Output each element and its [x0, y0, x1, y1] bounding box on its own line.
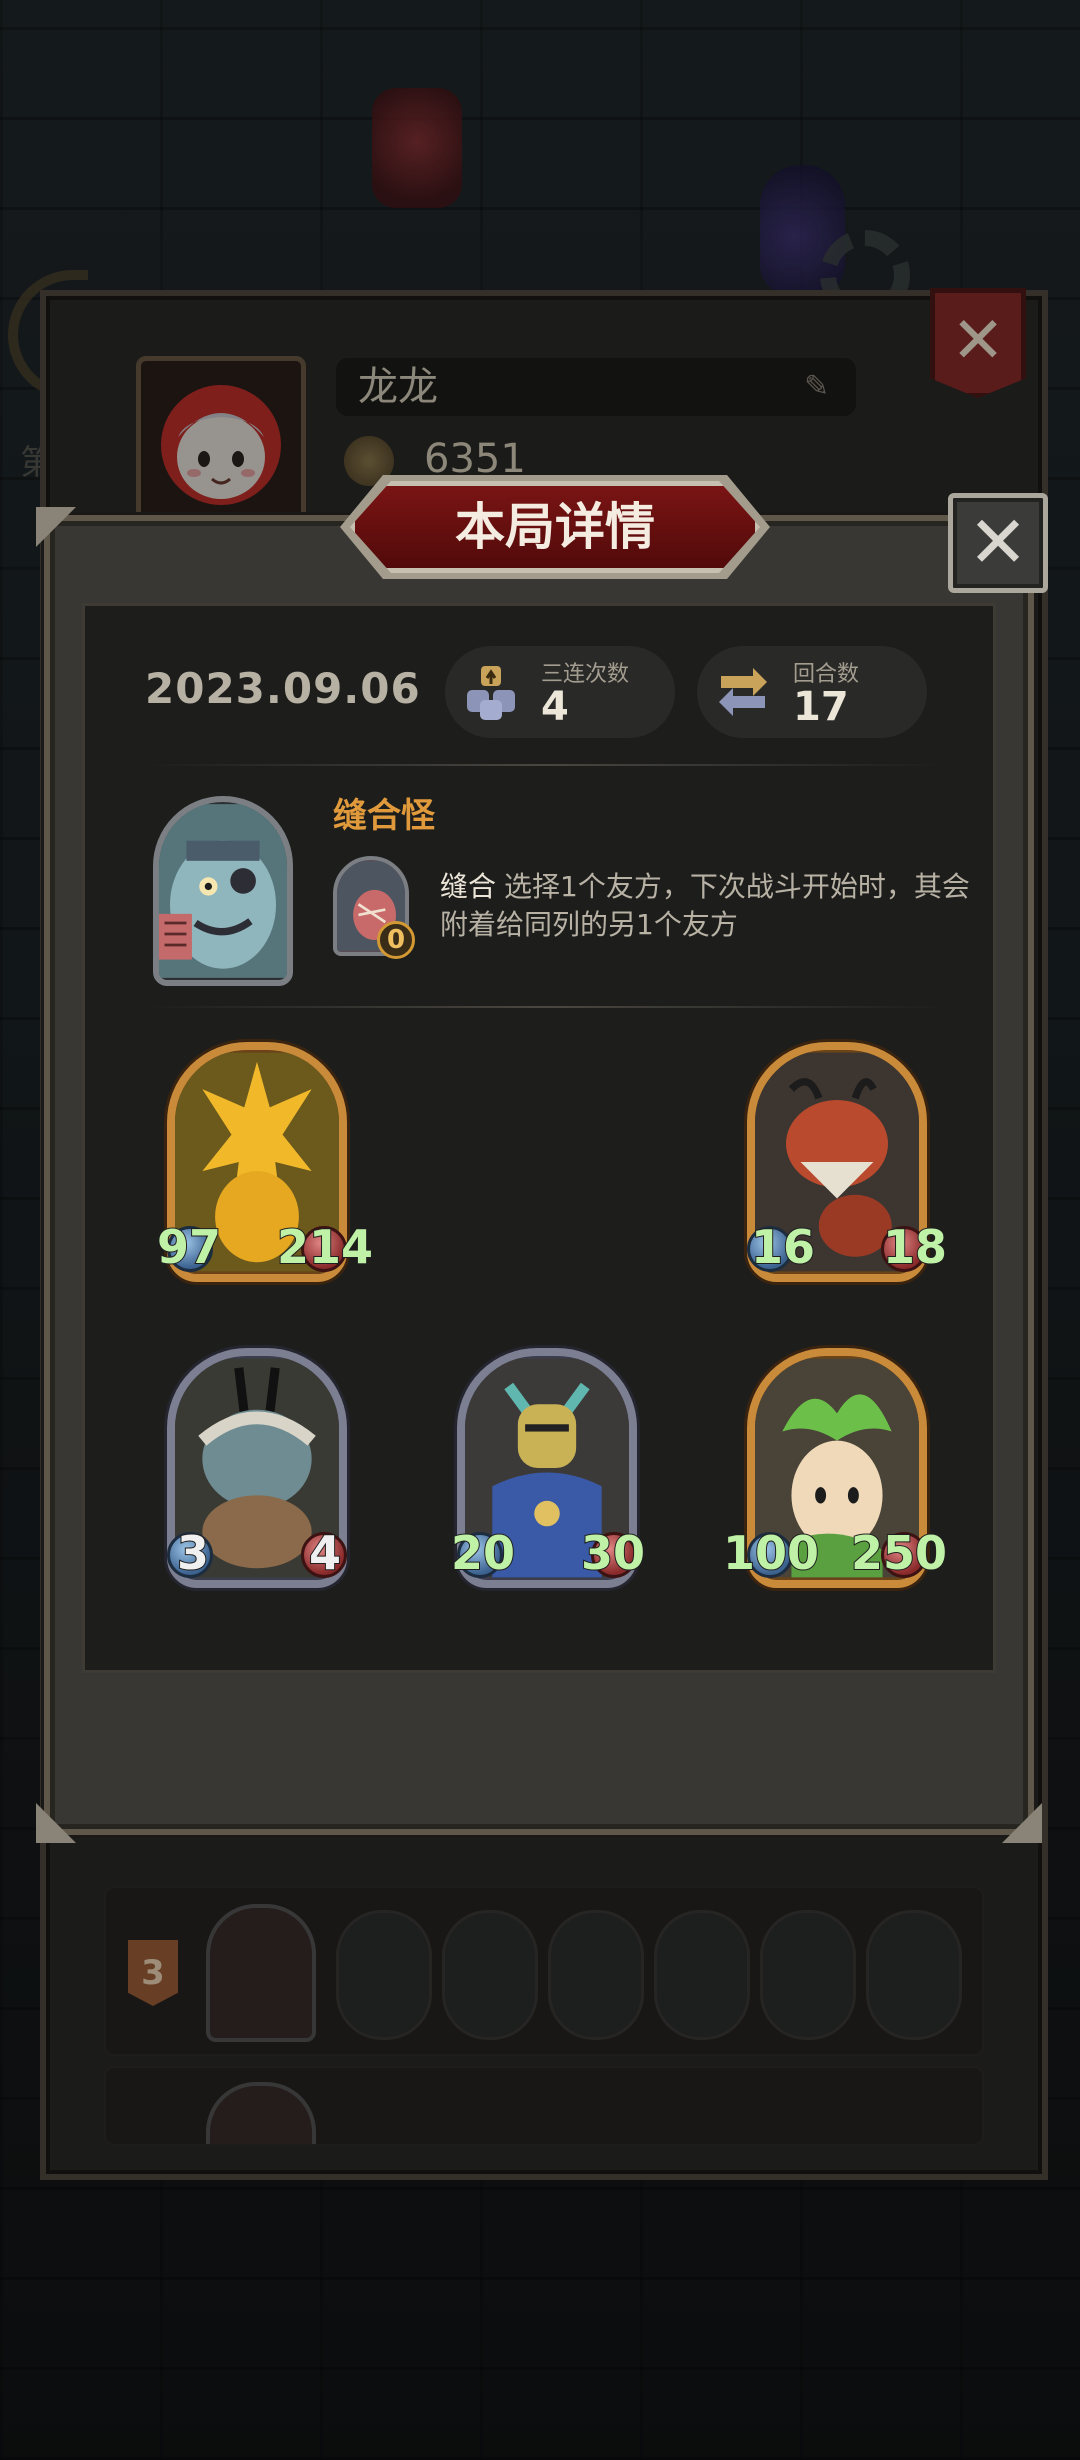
card-attack: 20: [450, 1525, 516, 1581]
card-attack: 100: [722, 1525, 820, 1581]
skill-desc-text: 选择1个友方，下次战斗开始时，其会附着给同列的另1个友方: [440, 870, 970, 941]
triple-count-stat: 三连次数 4: [445, 646, 675, 738]
card-leaf-sprout[interactable]: 100 250: [722, 1348, 948, 1588]
card-attack: 3: [176, 1525, 210, 1581]
hero-portrait[interactable]: [153, 796, 293, 986]
card-health: 30: [580, 1525, 646, 1581]
frame-corner: [1002, 1803, 1042, 1843]
card-health: 214: [276, 1219, 374, 1275]
divider: [145, 1006, 945, 1008]
triple-count-value: 4: [541, 684, 569, 730]
card-attack: 97: [156, 1219, 222, 1275]
stitched-monster-icon: [159, 804, 287, 978]
card-attack: 16: [750, 1219, 816, 1275]
refresh-arrows-icon: [719, 668, 767, 716]
match-details-modal: 本局详情 ✕ 2023.09.06 三连次数 4 回合数 17 缝合怪 0 缝合…: [36, 475, 1048, 1835]
details-content: 2023.09.06 三连次数 4 回合数 17 缝合怪 0 缝合 选择1个友方…: [82, 603, 996, 1673]
hero-name: 缝合怪: [333, 796, 435, 836]
frame-corner: [36, 507, 76, 547]
card-horned-demon[interactable]: 3 4: [167, 1348, 347, 1588]
card-health: 18: [882, 1219, 948, 1275]
card-red-wyrm[interactable]: 16 18: [747, 1042, 948, 1282]
round-count-value: 17: [793, 684, 849, 730]
round-count-stat: 回合数 17: [697, 646, 927, 738]
skill-count-badge: 0: [377, 921, 415, 959]
card-armored-knight[interactable]: 20 30: [450, 1348, 646, 1588]
skill-name: 缝合: [440, 870, 497, 903]
card-health: 250: [850, 1525, 948, 1581]
modal-title: 本局详情: [455, 498, 655, 556]
divider: [145, 764, 945, 766]
close-button[interactable]: ✕: [948, 493, 1048, 593]
frame-corner: [36, 1803, 76, 1843]
match-date: 2023.09.06: [145, 664, 421, 713]
skill-description: 缝合 选择1个友方，下次战斗开始时，其会附着给同列的另1个友方: [440, 868, 970, 944]
stacked-blocks-icon: [467, 666, 515, 720]
card-golden-dragon[interactable]: 97 214: [156, 1042, 374, 1282]
card-health: 4: [308, 1525, 342, 1581]
